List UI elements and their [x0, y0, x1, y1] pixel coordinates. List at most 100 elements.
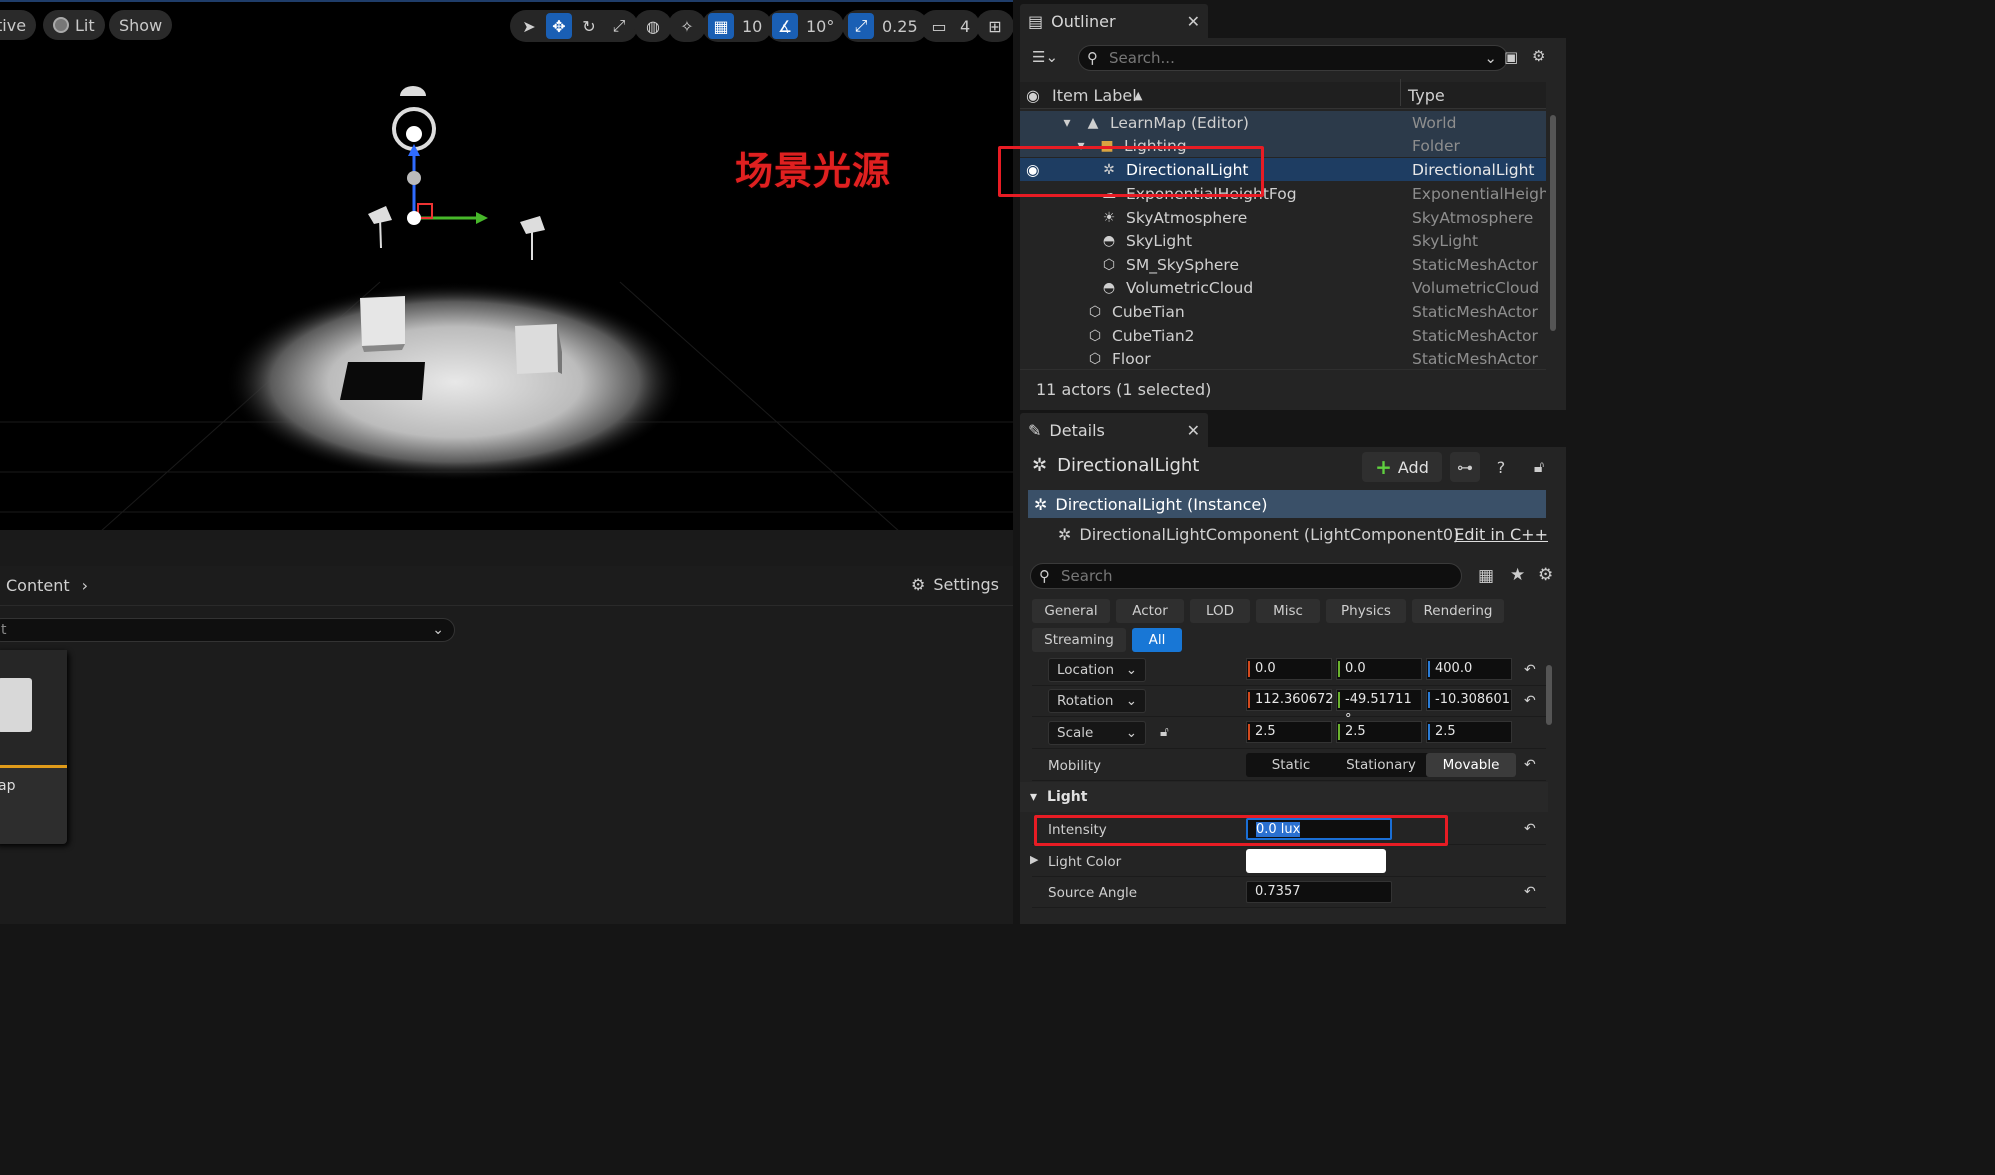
scene-render[interactable] — [0, 2, 1013, 530]
light-color-swatch[interactable] — [1246, 849, 1386, 873]
category-tab-lod[interactable]: LOD — [1190, 599, 1250, 623]
close-icon[interactable]: ✕ — [1187, 421, 1200, 440]
outliner-row[interactable]: ◓ VolumetricCloud VolumetricCloud — [1020, 276, 1546, 299]
outliner-row[interactable]: ⬡ Floor StaticMeshActor — [1020, 347, 1546, 370]
lock-button[interactable]: 🔓︎ — [1524, 452, 1554, 482]
lock-icon[interactable]: 🔓︎ — [1160, 724, 1169, 740]
category-tab-streaming[interactable]: Streaming — [1032, 628, 1126, 652]
translate-icon[interactable]: ✥ — [546, 13, 572, 39]
scale-icon[interactable]: ⤢ — [606, 13, 632, 39]
tab-outliner[interactable]: ▤ Outliner ✕ — [1020, 4, 1208, 38]
add-component-button[interactable]: + Add — [1362, 452, 1442, 482]
scale-z-field[interactable]: 2.5 — [1426, 721, 1512, 743]
outliner-row[interactable]: ◓ SkyLight SkyLight — [1020, 229, 1546, 252]
object-name: DirectionalLight — [1057, 455, 1200, 476]
rotation-dropdown[interactable]: Rotation ⌄ — [1048, 689, 1146, 713]
gear-icon[interactable]: ⚙ — [1538, 565, 1553, 585]
blueprint-button[interactable]: ⊶ — [1450, 452, 1480, 482]
category-tab-physics[interactable]: Physics — [1326, 599, 1406, 623]
mobility-movable[interactable]: Movable — [1426, 753, 1516, 777]
mobility-static[interactable]: Static — [1246, 753, 1336, 777]
column-divider[interactable] — [1400, 79, 1401, 106]
chevron-down-icon[interactable]: ⌄ — [1484, 46, 1497, 70]
light-section-header[interactable]: ▾ Light — [1020, 782, 1548, 812]
scale-snap-control[interactable]: ⤢ 0.25 — [842, 10, 928, 42]
angle-icon[interactable]: ∡ — [772, 13, 798, 39]
details-search-input[interactable]: ⚲ Search — [1030, 563, 1462, 589]
outliner-row[interactable]: ⬡ CubeTian StaticMeshActor — [1020, 300, 1546, 323]
asset-tile[interactable]: ap — [0, 650, 67, 844]
select-icon[interactable]: ➤ — [516, 13, 542, 39]
show-button[interactable]: Show — [109, 10, 173, 40]
reset-icon[interactable]: ↶ — [1524, 693, 1536, 709]
eye-icon[interactable]: ◉ — [1026, 86, 1040, 105]
sky-light-gizmo — [392, 86, 436, 151]
star-icon[interactable]: ★ — [1510, 565, 1525, 585]
layout-button[interactable]: ⊞ — [976, 10, 1013, 42]
scale-x-field[interactable]: 2.5 — [1246, 721, 1332, 743]
breadcrumb[interactable]: Content › — [6, 576, 88, 595]
location-x-field[interactable]: 0.0 — [1246, 658, 1332, 680]
rotation-z-field[interactable]: -10.308601 — [1426, 689, 1512, 711]
component-instance-row[interactable]: ✲ DirectionalLight (Instance) — [1028, 490, 1546, 518]
scale-snap-value[interactable]: 0.25 — [878, 17, 922, 36]
grid-snap-control[interactable]: ▦ 10 — [702, 10, 773, 42]
component-row[interactable]: ✲ DirectionalLightComponent (LightCompon… — [1058, 522, 1548, 546]
lit-label: Lit — [75, 15, 95, 35]
edit-in-cpp-link[interactable]: Edit in C++ — [1454, 525, 1548, 544]
tab-details[interactable]: ✎ Details ✕ — [1020, 413, 1208, 447]
surface-snap-toggle[interactable]: ✧ — [668, 10, 706, 42]
breadcrumb-content[interactable]: Content — [6, 576, 70, 595]
outliner-row[interactable]: ☀ SkyAtmosphere SkyAtmosphere — [1020, 206, 1546, 229]
right-panels: ▤ Outliner ✕ ☰⌄ ⚲ Search... ⌄ ▣ ⚙ ◉ Item… — [998, 0, 1568, 924]
add-folder-icon[interactable]: ▣ — [1504, 48, 1518, 66]
close-icon[interactable]: ✕ — [1187, 12, 1200, 31]
settings-button[interactable]: ⚙ Settings — [911, 575, 999, 594]
expand-arrow-icon[interactable]: ▾ — [1058, 115, 1076, 131]
category-tab-rendering[interactable]: Rendering — [1412, 599, 1504, 623]
reset-icon[interactable]: ↶ — [1524, 821, 1536, 837]
world-local-toggle[interactable]: ◍ — [634, 10, 672, 42]
scale-snap-icon[interactable]: ⤢ — [848, 13, 874, 39]
rotation-snap-control[interactable]: ∡ 10° — [766, 10, 845, 42]
rotate-icon[interactable]: ↻ — [576, 13, 602, 39]
category-tab-actor[interactable]: Actor — [1116, 599, 1184, 623]
outliner-row[interactable]: ▾ ▲ LearnMap (Editor) World — [1020, 111, 1546, 134]
details-scrollbar[interactable] — [1546, 665, 1552, 725]
scale-y-field[interactable]: 2.5 — [1336, 721, 1422, 743]
location-z-field[interactable]: 400.0 — [1426, 658, 1512, 680]
grid-icon[interactable]: ▦ — [708, 13, 734, 39]
rotation-x-field[interactable]: 112.360672 — [1246, 689, 1334, 711]
outliner-row[interactable]: ⬡ CubeTian2 StaticMeshActor — [1020, 324, 1546, 347]
outliner-search-input[interactable]: ⚲ Search... ⌄ — [1078, 45, 1508, 71]
filter-icon[interactable]: ☰⌄ — [1032, 48, 1058, 66]
view-mode-button[interactable]: tive — [0, 10, 37, 40]
outliner-scrollbar[interactable] — [1550, 115, 1556, 331]
reset-icon[interactable]: ↶ — [1524, 662, 1536, 678]
grid-snap-value[interactable]: 10 — [738, 17, 766, 36]
source-angle-field[interactable]: 0.7357 — [1246, 881, 1392, 903]
lit-button[interactable]: Lit — [43, 10, 105, 40]
level-viewport[interactable]: tive Lit Show ➤ ✥ ↻ ⤢ ◍ ✧ ▦ 10 ∡ 10° ⤢ 0… — [0, 0, 1013, 530]
rotation-snap-value[interactable]: 10° — [802, 17, 838, 36]
help-button[interactable]: ? — [1486, 452, 1516, 482]
scale-dropdown[interactable]: Scale ⌄ — [1048, 721, 1146, 745]
rotation-y-field[interactable]: -49.51711 ° — [1336, 689, 1422, 727]
chevron-right-icon[interactable]: › — [82, 576, 88, 595]
category-tab-general[interactable]: General — [1032, 599, 1110, 623]
location-y-field[interactable]: 0.0 — [1336, 658, 1422, 680]
col-item-label[interactable]: Item Label — [1052, 86, 1137, 105]
outliner-row[interactable]: ⬡ SM_SkySphere StaticMeshActor — [1020, 253, 1546, 276]
category-tab-misc[interactable]: Misc — [1256, 599, 1320, 623]
camera-speed-control[interactable]: ▭ 4 — [920, 10, 981, 42]
gear-icon[interactable]: ⚙ — [1532, 47, 1545, 65]
expand-arrow-icon[interactable]: ▶ — [1030, 853, 1038, 866]
table-view-icon[interactable]: ▦ — [1478, 566, 1494, 586]
reset-icon[interactable]: ↶ — [1524, 884, 1536, 900]
col-type[interactable]: Type — [1408, 86, 1445, 105]
mobility-stationary[interactable]: Stationary — [1336, 753, 1426, 777]
category-tab-all[interactable]: All — [1132, 628, 1182, 652]
reset-icon[interactable]: ↶ — [1524, 757, 1536, 773]
content-filter-dropdown[interactable]: t ⌄ — [0, 618, 455, 642]
location-dropdown[interactable]: Location ⌄ — [1048, 658, 1146, 682]
